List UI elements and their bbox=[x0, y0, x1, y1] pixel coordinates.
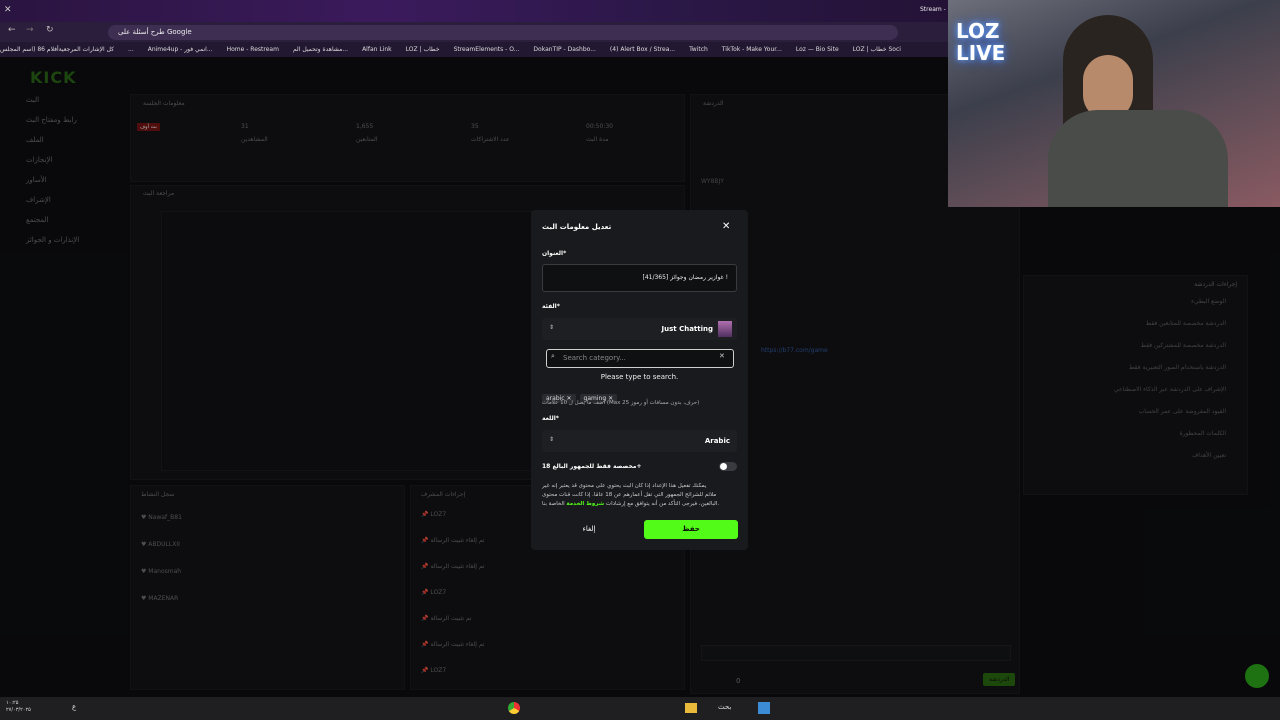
browser-tab-bar: ✕ Stream - bbox=[0, 0, 948, 22]
bookmark-item[interactable]: StreamElements - O... bbox=[454, 46, 520, 53]
category-value: Just Chatting bbox=[661, 325, 713, 333]
person-body bbox=[1048, 110, 1228, 207]
search-hint: Please type to search. bbox=[600, 373, 679, 381]
category-thumbnail bbox=[718, 321, 732, 337]
clear-search-icon[interactable]: ✕ bbox=[719, 352, 725, 360]
terms-link[interactable]: شروط الخدمة bbox=[566, 501, 604, 507]
tab-title[interactable]: Stream - bbox=[920, 6, 946, 13]
mature-label: مخصصة فقط للجمهور البالغ 18+ bbox=[542, 463, 642, 470]
bookmark-item[interactable]: DokanTIP - Dashbo... bbox=[533, 46, 596, 53]
chrome-taskbar-icon[interactable] bbox=[508, 702, 520, 714]
language-select[interactable]: ⇕ Arabic bbox=[542, 430, 737, 452]
title-input[interactable]: [41/365] غوازير رمضان وجوائز ! bbox=[542, 264, 737, 292]
edit-stream-info-modal: تعديل معلومات البث ✕ العنوان* [41/365] غ… bbox=[531, 210, 748, 550]
windows-taskbar: ۱۰:۲۵ ۲۷/۰۳/۲۰۲۵ ع بحث bbox=[0, 697, 1280, 720]
search-icon: ⌕ bbox=[551, 352, 555, 360]
bookmark-item[interactable]: Alfan Link bbox=[362, 46, 392, 53]
bookmark-item[interactable]: Anime4up - انمي فور... bbox=[148, 46, 213, 53]
mature-desc-text: البالغين، فيرجى التأكد من أنه يتوافق مع … bbox=[605, 501, 718, 507]
folder-taskbar-icon[interactable] bbox=[685, 703, 697, 713]
bookmark-item[interactable]: Home - Restream bbox=[227, 46, 279, 53]
forward-icon[interactable]: → bbox=[26, 25, 34, 35]
bookmark-item[interactable]: Twitch bbox=[689, 46, 708, 53]
language-value: Arabic bbox=[704, 437, 730, 445]
mature-desc-line: البالغين، فيرجى التأكد من أنه يتوافق مع … bbox=[542, 500, 742, 509]
bookmark-item[interactable]: مشاهدة وتحميل الم... bbox=[293, 46, 348, 53]
neon-sign: LOZ LIVE bbox=[956, 19, 1006, 65]
taskbar-search[interactable]: بحث bbox=[718, 703, 731, 711]
save-button[interactable]: حفظ bbox=[644, 520, 738, 539]
category-search-input[interactable]: Search category... bbox=[546, 349, 734, 368]
category-label: الفئة* bbox=[542, 303, 560, 310]
bookmark-item[interactable]: LOZ | خطاب bbox=[406, 46, 440, 53]
bookmark-item[interactable]: Loz — Bio Site bbox=[796, 46, 839, 53]
mature-desc-line: ملائم للشرائح الجمهور التي تقل أعمارهم ع… bbox=[542, 492, 717, 498]
language-label: اللغة* bbox=[542, 415, 559, 422]
bookmark-item[interactable]: TikTok - Make Your... bbox=[722, 46, 782, 53]
windows-start-icon[interactable] bbox=[758, 702, 770, 714]
close-icon[interactable]: ✕ bbox=[722, 221, 730, 232]
back-icon[interactable]: ← bbox=[8, 25, 16, 35]
webcam-overlay: LOZ LIVE bbox=[948, 0, 1280, 207]
category-select[interactable]: ⇕ Just Chatting bbox=[542, 318, 737, 340]
modal-title: تعديل معلومات البث bbox=[542, 223, 612, 231]
close-icon[interactable]: ✕ bbox=[4, 5, 12, 15]
cancel-button[interactable]: إلغاء bbox=[542, 520, 636, 539]
taskbar-date: ۲۷/۰۳/۲۰۲۵ bbox=[6, 707, 31, 713]
taskbar-time: ۱۰:۲۵ bbox=[6, 700, 19, 706]
title-label: العنوان* bbox=[542, 250, 567, 257]
taskbar-language[interactable]: ع bbox=[72, 703, 76, 711]
chevron-up-down-icon: ⇕ bbox=[549, 324, 555, 331]
reload-icon[interactable]: ↻ bbox=[46, 25, 54, 35]
bookmark-item[interactable]: (4) Alert Box / Strea... bbox=[610, 46, 675, 53]
bookmark-item[interactable]: LOZ | خطاب Soci bbox=[853, 46, 901, 53]
tags-hint: أضف ما يصل ل 10 علامات (Max 25 حرف، بدون… bbox=[542, 400, 700, 406]
bookmarks-bar: كل الإشارات المرجعيةأفلام 86 (اسم المجلس… bbox=[0, 42, 948, 57]
mature-desc-line: يمكنك تفعيل هذا الإعداد إذا كان البث يحت… bbox=[542, 483, 707, 489]
taskbar-clock: ۱۰:۲۵ ۲۷/۰۳/۲۰۲۵ bbox=[6, 700, 31, 714]
mature-description: يمكنك تفعيل هذا الإعداد إذا كان البث يحت… bbox=[542, 482, 742, 509]
bookmark-item[interactable]: كل الإشارات المرجعية bbox=[59, 46, 114, 53]
mature-toggle[interactable] bbox=[719, 462, 737, 471]
url-input[interactable]: طرح أسئلة على Google bbox=[108, 25, 898, 40]
chevron-up-down-icon: ⇕ bbox=[549, 436, 555, 443]
